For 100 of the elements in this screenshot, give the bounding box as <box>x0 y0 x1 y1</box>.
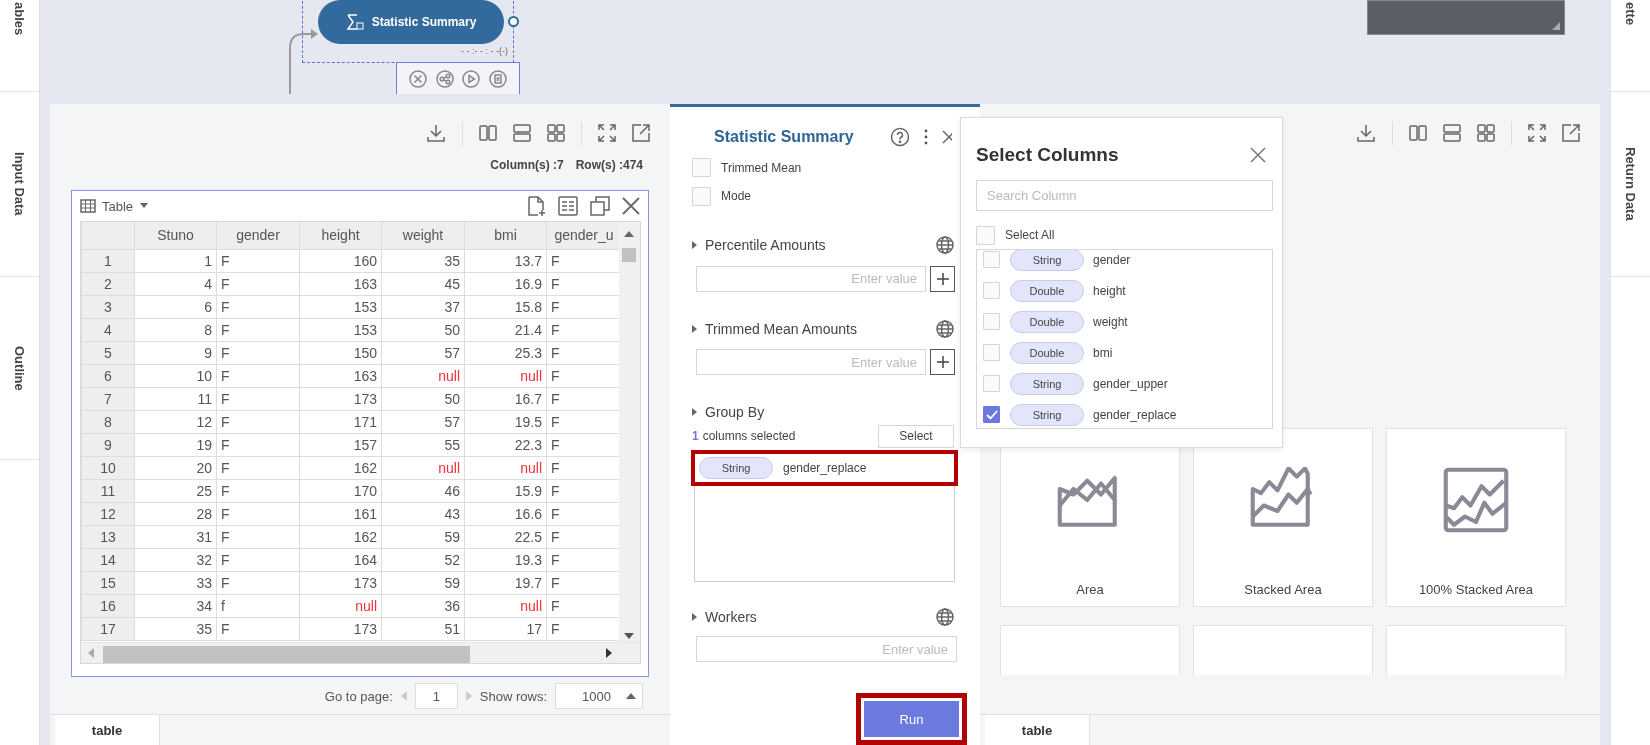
chart-type-card[interactable]: 100% Stacked Area <box>1386 428 1566 607</box>
column-header[interactable]: weight <box>381 222 465 249</box>
download-icon[interactable] <box>1356 122 1376 143</box>
more-icon[interactable] <box>924 128 928 145</box>
row-number: 3 <box>81 295 135 318</box>
add-file-icon[interactable] <box>526 196 546 216</box>
settings-panel-icon[interactable] <box>558 196 578 216</box>
table-cell: null <box>299 594 382 617</box>
column-name: height <box>1093 283 1126 298</box>
table-cell: 20 <box>134 456 217 479</box>
view-selector[interactable]: Table <box>102 198 134 214</box>
globe-icon[interactable] <box>936 608 954 627</box>
panel-title: Statistic Summary <box>714 127 855 146</box>
page-field[interactable]: 1 <box>414 683 458 709</box>
open-external-icon[interactable] <box>632 123 650 142</box>
split-columns-icon[interactable] <box>479 123 497 142</box>
select-button[interactable]: Select <box>878 425 954 448</box>
play-icon[interactable] <box>462 69 481 88</box>
table-cell: F <box>216 410 300 433</box>
expand-arrow-icon[interactable] <box>692 613 697 622</box>
horizontal-scrollbar[interactable] <box>81 642 640 663</box>
column-header[interactable]: gender <box>216 222 300 249</box>
column-header[interactable]: gender_u <box>546 222 619 249</box>
copy-icon[interactable] <box>590 196 610 216</box>
close-icon[interactable] <box>622 197 640 215</box>
expand-arrow-icon[interactable] <box>692 408 697 417</box>
value-field[interactable]: Enter value <box>696 265 926 292</box>
open-external-icon[interactable] <box>1562 123 1580 142</box>
row-number: 12 <box>81 502 135 525</box>
workflow-node[interactable]: Statistic Summary <box>318 0 504 44</box>
rows-dropdown[interactable]: 1000 <box>555 683 643 709</box>
add-button[interactable] <box>930 265 955 292</box>
scroll-down-icon[interactable] <box>624 633 634 639</box>
table-tab[interactable]: table <box>985 715 1090 745</box>
column-header[interactable]: bmi <box>464 222 547 249</box>
table-cell: 50 <box>381 387 465 410</box>
rail-tab[interactable]: ette <box>1623 2 1638 26</box>
select-all-label: Select All <box>1005 228 1055 242</box>
table-cell: F <box>216 387 300 410</box>
scroll-thumb[interactable] <box>622 248 636 262</box>
grid-icon[interactable] <box>547 123 565 142</box>
value-field[interactable]: Enter value <box>696 349 926 376</box>
table-cell: 46 <box>381 479 465 502</box>
table-cell: 15.9 <box>464 479 547 502</box>
help-icon[interactable] <box>890 126 910 147</box>
output-port[interactable] <box>508 16 519 27</box>
table-cell: F <box>216 341 300 364</box>
row-number: 8 <box>81 410 135 433</box>
globe-icon[interactable] <box>936 236 954 255</box>
caret-icon[interactable] <box>139 203 150 209</box>
run-button[interactable]: Run <box>864 701 959 737</box>
table-tab[interactable]: table <box>55 715 160 745</box>
rail-tab[interactable]: Outline <box>12 345 27 391</box>
table-cell: 55 <box>381 433 465 456</box>
table-cell: F <box>216 525 300 548</box>
table-cell: F <box>216 502 300 525</box>
chart-type-label: 100% Stacked Area <box>1418 582 1534 597</box>
scroll-thumb[interactable] <box>103 646 470 663</box>
table-cell: 45 <box>381 272 465 295</box>
column-name: gender_upper <box>1093 376 1168 391</box>
scroll-right-icon[interactable] <box>606 648 612 658</box>
close-icon[interactable] <box>1250 147 1266 163</box>
page-label: Go to page: <box>324 688 393 704</box>
chart-type-card[interactable]: Stacked Area <box>1193 428 1373 607</box>
row-number: 13 <box>81 525 135 548</box>
split-rows-icon[interactable] <box>1443 123 1461 142</box>
globe-icon[interactable] <box>936 319 954 338</box>
column-header[interactable]: Stuno <box>134 222 217 249</box>
add-button[interactable] <box>930 349 955 376</box>
expand-arrow-icon[interactable] <box>692 324 697 333</box>
resize-grip-icon[interactable] <box>1552 22 1560 30</box>
rail-tab[interactable]: ables <box>12 2 27 36</box>
rail-tab[interactable]: Input Data <box>12 152 27 216</box>
fullscreen-icon[interactable] <box>1528 123 1546 142</box>
clipboard-icon[interactable] <box>488 69 507 88</box>
table-cell: F <box>216 571 300 594</box>
sigma-icon <box>345 14 364 30</box>
expand-arrow-icon[interactable] <box>692 241 697 250</box>
column-name: bmi <box>1093 345 1113 360</box>
grid-icon[interactable] <box>1477 123 1495 142</box>
cancel-icon[interactable] <box>409 69 428 88</box>
close-icon[interactable] <box>942 129 952 144</box>
split-columns-icon[interactable] <box>1409 123 1427 142</box>
search-field[interactable]: Search Column <box>976 180 1273 211</box>
scroll-up-icon[interactable] <box>624 231 634 237</box>
split-rows-icon[interactable] <box>513 123 531 142</box>
value-field[interactable]: Enter value <box>696 636 957 662</box>
row-number: 15 <box>81 571 135 594</box>
checkbox[interactable] <box>983 406 1000 423</box>
rows-label: Show rows: <box>479 688 547 704</box>
vertical-scrollbar[interactable] <box>619 222 640 642</box>
share-icon[interactable] <box>435 69 454 88</box>
table-cell: 57 <box>381 410 465 433</box>
table-cell: 10 <box>134 364 217 387</box>
table-cell: f <box>216 594 300 617</box>
table-cell: 157 <box>299 433 382 456</box>
download-icon[interactable] <box>426 122 446 143</box>
fullscreen-icon[interactable] <box>598 123 616 142</box>
column-header[interactable]: height <box>299 222 382 249</box>
rail-tab[interactable]: Return Data <box>1623 147 1638 221</box>
